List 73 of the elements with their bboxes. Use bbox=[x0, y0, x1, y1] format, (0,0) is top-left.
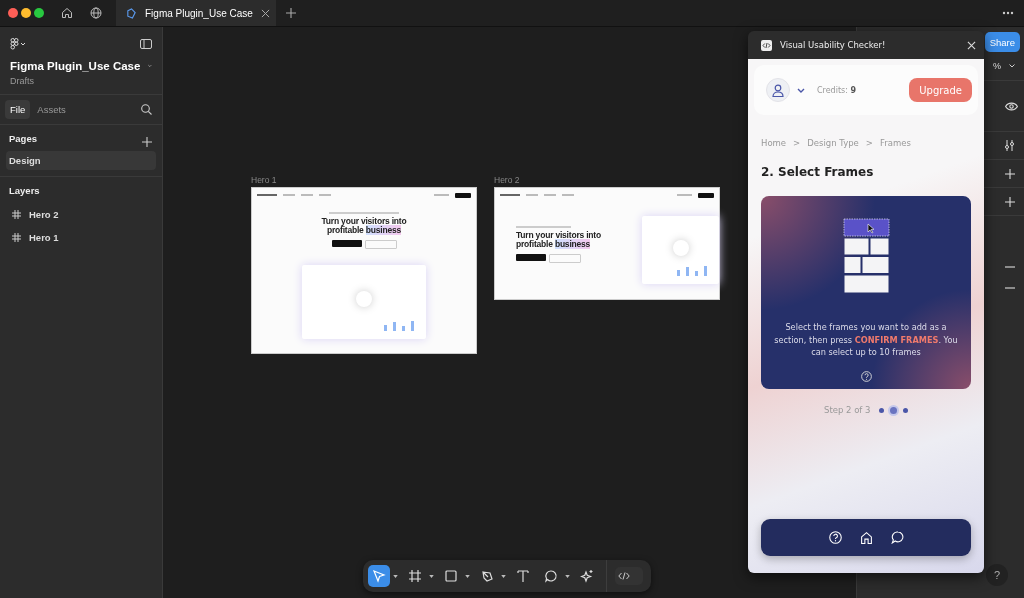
breadcrumb-separator: > bbox=[793, 138, 801, 148]
minimize-window-icon[interactable] bbox=[21, 8, 31, 18]
breadcrumb-separator: > bbox=[865, 138, 873, 148]
layers-heading: Layers bbox=[9, 185, 41, 196]
add-icon[interactable] bbox=[1005, 168, 1015, 179]
file-icon bbox=[126, 7, 137, 19]
actions-tool-icon bbox=[580, 569, 594, 583]
tagline-line bbox=[516, 226, 571, 228]
eye-icon[interactable] bbox=[1005, 101, 1018, 111]
page-item[interactable]: Design bbox=[6, 151, 156, 170]
globe-icon[interactable] bbox=[90, 7, 102, 19]
credits-label: Credits: 9 bbox=[817, 85, 857, 95]
caret-icon[interactable] bbox=[501, 574, 506, 578]
instruction-text: Select the frames you want to add as a section, then press CONFIRM FRAMES. You can select up to 10 frames bbox=[773, 321, 959, 360]
file-name[interactable]: Figma Plugin_Use Case bbox=[10, 60, 141, 72]
browser-tab[interactable]: Figma Plugin_Use Case bbox=[116, 0, 276, 26]
avatar-icon[interactable] bbox=[766, 78, 790, 102]
step-dot[interactable] bbox=[903, 407, 909, 413]
caret-icon[interactable] bbox=[565, 574, 570, 578]
layer-item[interactable]: Hero 1 bbox=[9, 226, 156, 249]
move-tool-button[interactable] bbox=[368, 565, 390, 587]
add-icon[interactable] bbox=[1005, 196, 1015, 207]
caret-icon[interactable] bbox=[393, 574, 398, 578]
remove-icon[interactable] bbox=[1005, 286, 1015, 289]
dev-mode-toggle[interactable] bbox=[615, 567, 643, 585]
help-icon[interactable] bbox=[860, 371, 872, 383]
layer-item[interactable]: Hero 2 bbox=[9, 203, 156, 226]
chevron-down-icon[interactable] bbox=[797, 87, 805, 93]
pen-tool-icon bbox=[480, 569, 494, 583]
frame-label[interactable]: Hero 1 bbox=[251, 175, 477, 185]
caret-icon[interactable] bbox=[1009, 64, 1015, 68]
frame-tool-icon bbox=[408, 569, 422, 583]
hero-headline: Turn your visitors into profitable business bbox=[320, 217, 408, 235]
add-icon[interactable] bbox=[142, 137, 152, 147]
plugin-title: Visual Usability Checker! bbox=[780, 40, 886, 50]
caret-icon[interactable] bbox=[429, 574, 434, 578]
text-tool-icon bbox=[516, 569, 530, 583]
zoom-level[interactable]: % bbox=[993, 61, 1001, 71]
rectangle-tool-icon bbox=[444, 569, 458, 583]
adjust-icon[interactable] bbox=[1004, 140, 1015, 151]
move-tool-icon bbox=[372, 569, 386, 583]
step-heading: 2. Select Frames bbox=[761, 165, 875, 179]
caret-icon[interactable] bbox=[465, 574, 470, 578]
tagline-line bbox=[329, 212, 399, 214]
frame-label[interactable]: Hero 2 bbox=[494, 175, 720, 185]
figma-menu-icon[interactable] bbox=[10, 38, 28, 50]
search-icon[interactable] bbox=[141, 104, 152, 115]
frame-icon bbox=[12, 233, 21, 242]
close-icon[interactable] bbox=[260, 8, 270, 18]
chat-icon[interactable] bbox=[890, 531, 904, 544]
home-icon[interactable] bbox=[61, 7, 73, 19]
new-tab-icon[interactable] bbox=[286, 8, 296, 18]
code-icon bbox=[761, 39, 772, 51]
file-location: Drafts bbox=[10, 76, 35, 86]
sidebar-tab[interactable]: Assets bbox=[32, 100, 71, 119]
hero-buttons-drawing bbox=[516, 253, 581, 263]
hero-headline: Turn your visitors into profitable business bbox=[516, 231, 602, 249]
step-dot[interactable] bbox=[879, 407, 885, 413]
sidebar-tab[interactable]: File bbox=[5, 100, 31, 119]
maximize-window-icon[interactable] bbox=[34, 8, 44, 18]
frame-preview[interactable]: Turn your visitors into profitable business bbox=[251, 187, 477, 354]
frame-icon bbox=[12, 210, 21, 219]
frame-preview[interactable]: Turn your visitors into profitable business bbox=[494, 187, 720, 300]
more-icon[interactable] bbox=[1002, 11, 1014, 15]
comment-tool-icon bbox=[544, 569, 558, 583]
code-icon bbox=[618, 572, 630, 580]
help-button[interactable]: ? bbox=[986, 564, 1008, 586]
close-window-icon[interactable] bbox=[8, 8, 18, 18]
pages-heading: Pages bbox=[9, 133, 37, 144]
step-dot[interactable] bbox=[890, 406, 898, 414]
hero-buttons-drawing bbox=[331, 239, 397, 249]
step-indicator: Step 2 of 3 bbox=[824, 405, 871, 415]
sidebar-toggle-icon[interactable] bbox=[140, 39, 152, 49]
